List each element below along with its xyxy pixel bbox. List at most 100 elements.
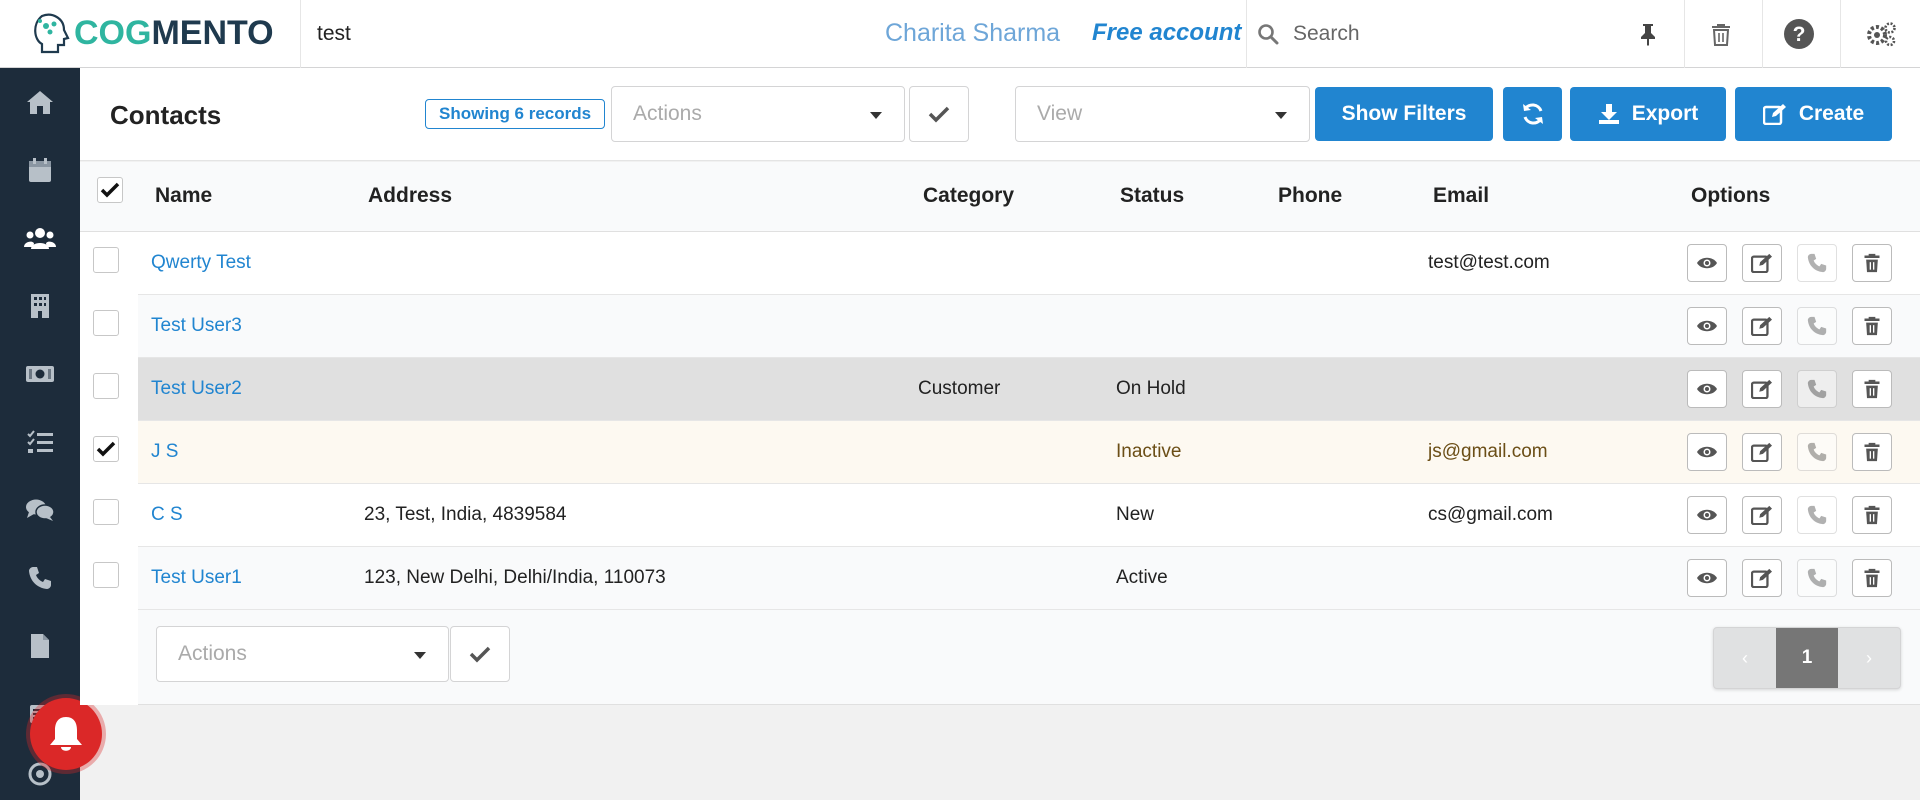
footer-actions-dropdown[interactable]: Actions (156, 626, 449, 682)
table-body: Qwerty Test test@test.com Test User3 Test U… (80, 232, 1920, 610)
pagination-current-page[interactable]: 1 (1776, 628, 1838, 688)
footer-apply-action-button[interactable] (450, 626, 510, 682)
call-button[interactable] (1797, 307, 1837, 345)
row-checkbox[interactable] (93, 499, 119, 525)
sidebar-item-calls[interactable] (0, 544, 80, 612)
help-button[interactable]: ? (1762, 0, 1834, 68)
column-header-status[interactable]: Status (1120, 184, 1184, 208)
settings-button[interactable] (1840, 0, 1920, 68)
tasks-icon (27, 430, 53, 453)
table-row[interactable]: Test User3 (80, 295, 1920, 358)
row-checkbox[interactable] (93, 373, 119, 399)
call-button[interactable] (1797, 433, 1837, 471)
sidebar-item-calendar[interactable] (0, 136, 80, 204)
create-label: Create (1798, 102, 1865, 125)
logo[interactable]: COGMENTO (0, 0, 301, 68)
apply-action-button[interactable] (909, 86, 969, 142)
row-checkbox[interactable] (93, 562, 119, 588)
search-icon (1258, 24, 1279, 45)
table-row[interactable]: Test User1 123, New Delhi, Delhi/India, 1… (80, 547, 1920, 610)
contact-name-link[interactable]: Test User2 (151, 378, 242, 400)
cell-status: Inactive (1116, 441, 1182, 462)
edit-button[interactable] (1742, 244, 1782, 282)
sidebar-item-documents[interactable] (0, 612, 80, 680)
row-checkbox[interactable] (93, 247, 119, 273)
view-button[interactable] (1687, 370, 1727, 408)
delete-button[interactable] (1852, 307, 1892, 345)
eye-icon (1697, 509, 1717, 521)
view-dropdown[interactable]: View (1015, 86, 1310, 142)
contact-name-link[interactable]: C S (151, 504, 183, 526)
edit-button[interactable] (1742, 496, 1782, 534)
gears-icon (1866, 22, 1896, 47)
table-row[interactable]: J S Inactive js@gmail.com (80, 421, 1920, 484)
trash-icon (1864, 568, 1880, 588)
edit-button[interactable] (1742, 370, 1782, 408)
delete-button[interactable] (1852, 370, 1892, 408)
delete-button[interactable] (1852, 496, 1892, 534)
table-row[interactable]: C S 23, Test, India, 4839584 New cs@gmail.c… (80, 484, 1920, 547)
view-button[interactable] (1687, 307, 1727, 345)
row-checkbox[interactable] (93, 436, 119, 462)
sidebar (0, 68, 80, 800)
delete-button[interactable] (1852, 433, 1892, 471)
view-button[interactable] (1687, 496, 1727, 534)
top-bar: COGMENTO test Charita Sharma Free accoun… (0, 0, 1920, 68)
contact-name-link[interactable]: J S (151, 441, 178, 463)
call-button[interactable] (1797, 496, 1837, 534)
account-type[interactable]: Free account (1092, 19, 1241, 47)
column-header-phone[interactable]: Phone (1278, 184, 1342, 208)
user-name[interactable]: Charita Sharma (885, 19, 1060, 48)
check-icon (100, 182, 120, 198)
column-header-category[interactable]: Category (923, 184, 1014, 208)
phone-icon (1807, 253, 1827, 273)
sidebar-item-deals[interactable] (0, 340, 80, 408)
sidebar-item-contacts[interactable] (0, 204, 80, 272)
contact-name-link[interactable]: Test User3 (151, 315, 242, 337)
refresh-button[interactable] (1503, 87, 1562, 141)
pin-button[interactable] (1612, 0, 1684, 68)
bell-icon (50, 717, 82, 751)
footer-actions-placeholder: Actions (178, 642, 247, 665)
column-header-address[interactable]: Address (368, 184, 452, 208)
actions-dropdown[interactable]: Actions (611, 86, 905, 142)
sidebar-item-companies[interactable] (0, 272, 80, 340)
edit-button[interactable] (1742, 559, 1782, 597)
actions-dropdown-placeholder: Actions (633, 102, 702, 125)
pagination-next-button[interactable]: › (1838, 628, 1900, 688)
trash-button[interactable] (1684, 0, 1756, 68)
column-header-name[interactable]: Name (155, 184, 212, 208)
delete-button[interactable] (1852, 559, 1892, 597)
calendar-icon (29, 158, 51, 182)
pagination-prev-button[interactable]: ‹ (1714, 628, 1776, 688)
table-row[interactable]: Qwerty Test test@test.com (80, 232, 1920, 295)
contact-name-link[interactable]: Qwerty Test (151, 252, 251, 274)
phone-icon (1807, 379, 1827, 399)
call-button[interactable] (1797, 370, 1837, 408)
call-button[interactable] (1797, 559, 1837, 597)
export-button[interactable]: Export (1570, 87, 1726, 141)
delete-button[interactable] (1852, 244, 1892, 282)
edit-button[interactable] (1742, 433, 1782, 471)
view-button[interactable] (1687, 433, 1727, 471)
show-filters-button[interactable]: Show Filters (1315, 87, 1493, 141)
call-button[interactable] (1797, 244, 1837, 282)
contact-name-link[interactable]: Test User1 (151, 567, 242, 589)
column-header-email[interactable]: Email (1433, 184, 1489, 208)
create-button[interactable]: Create (1735, 87, 1892, 141)
check-icon (469, 646, 491, 663)
sidebar-item-home[interactable] (0, 68, 80, 136)
row-checkbox[interactable] (93, 310, 119, 336)
cell-address: 123, New Delhi, Delhi/India, 110073 (364, 567, 666, 588)
search-input[interactable] (1293, 22, 1613, 46)
notification-button[interactable] (30, 698, 102, 770)
sidebar-item-tasks[interactable] (0, 408, 80, 476)
select-all-checkbox[interactable] (97, 177, 123, 203)
view-button[interactable] (1687, 244, 1727, 282)
edit-button[interactable] (1742, 307, 1782, 345)
cell-status: New (1116, 504, 1155, 525)
caret-down-icon (414, 652, 426, 659)
table-row[interactable]: Test User2 Customer On Hold (80, 358, 1920, 421)
view-button[interactable] (1687, 559, 1727, 597)
sidebar-item-cases[interactable] (0, 476, 80, 544)
